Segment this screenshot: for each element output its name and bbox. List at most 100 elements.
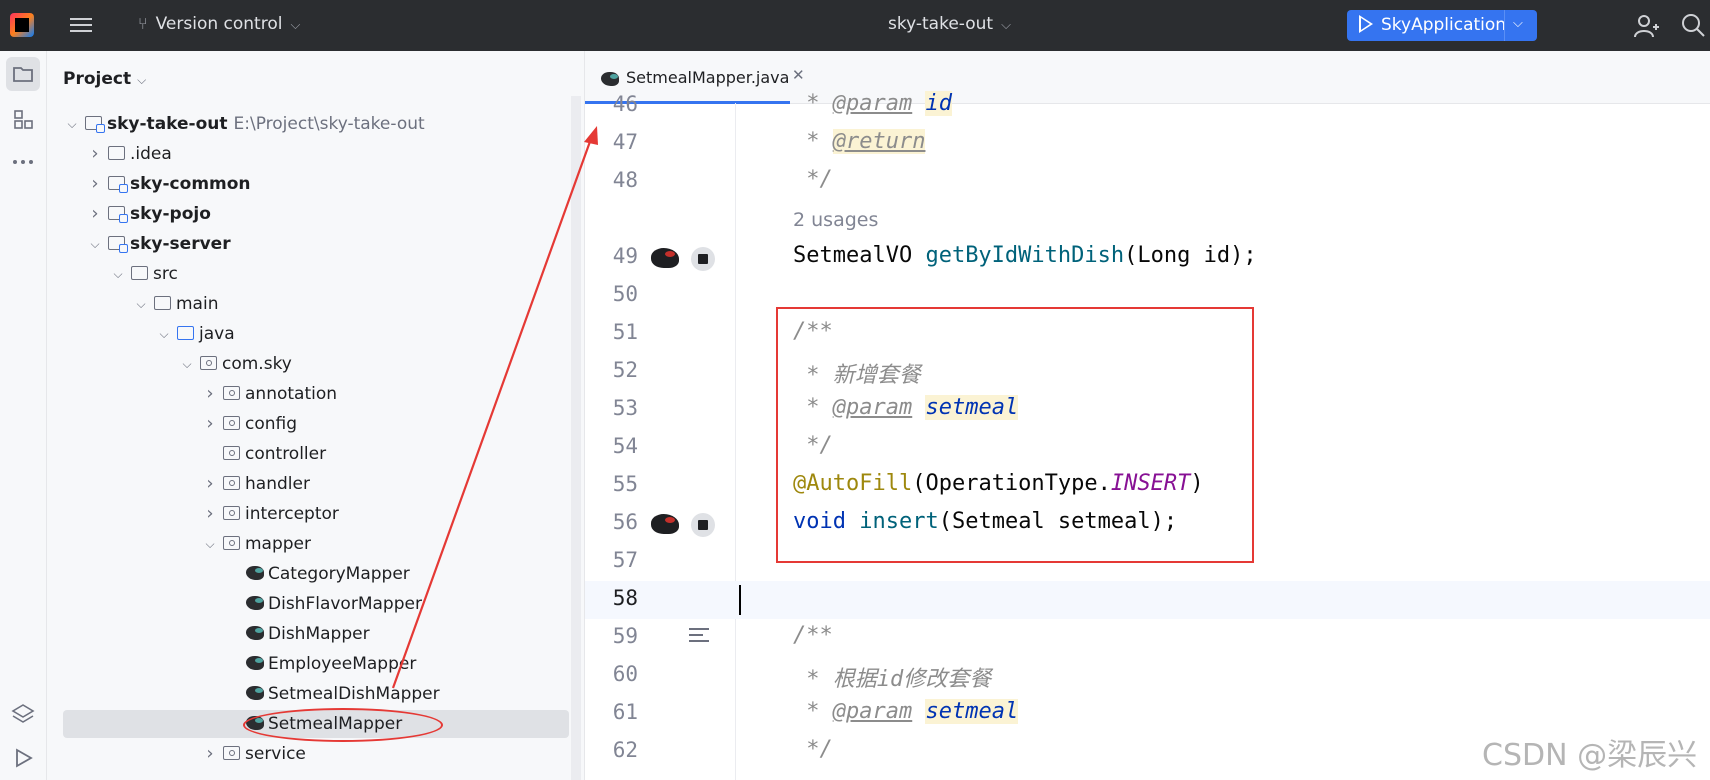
folder-icon bbox=[13, 67, 33, 82]
chevron-down-icon[interactable]: ⌵ bbox=[88, 230, 102, 258]
tree-node-label: .idea bbox=[130, 140, 172, 168]
chevron-right-icon[interactable]: › bbox=[88, 200, 102, 228]
mybatis-bird-icon[interactable] bbox=[651, 248, 679, 268]
tree-node[interactable]: › sky-pojo bbox=[47, 200, 569, 228]
title-bar: ⑂ Version control ⌵ sky-take-out ⌵ SkyAppli… bbox=[0, 0, 1710, 51]
close-icon[interactable]: ✕ bbox=[792, 66, 805, 84]
tree-node-label: config bbox=[245, 410, 297, 438]
tree-node[interactable]: › config bbox=[47, 410, 569, 438]
mybatis-navigate-icon[interactable] bbox=[649, 244, 715, 272]
tree-node[interactable]: ⌵ main bbox=[47, 290, 569, 318]
tree-node-name: .idea bbox=[130, 144, 172, 164]
code-line[interactable]: 60 * 根据id修改套餐 bbox=[585, 657, 1710, 695]
tree-node[interactable]: › annotation bbox=[47, 380, 569, 408]
tree-node[interactable]: › sky-common bbox=[47, 170, 569, 198]
folder-icon bbox=[154, 296, 171, 310]
run-config-button[interactable]: SkyApplication ⌵ bbox=[1347, 10, 1537, 41]
tree-node[interactable]: DishFlavorMapper bbox=[47, 590, 569, 618]
version-control-widget[interactable]: ⑂ Version control ⌵ bbox=[138, 14, 300, 34]
code-line[interactable]: 59 /** bbox=[585, 619, 1710, 657]
chevron-down-icon[interactable]: ⌵ bbox=[157, 320, 171, 348]
tree-node-path: E:\Project\sky-take-out bbox=[233, 114, 425, 134]
tree-node-label: handler bbox=[245, 470, 310, 498]
main-menu-icon[interactable] bbox=[70, 14, 92, 36]
tree-node-label: sky-take-out E:\Project\sky-take-out bbox=[107, 110, 425, 138]
line-number: 60 bbox=[612, 662, 638, 686]
mybatis-bird-icon[interactable] bbox=[651, 514, 679, 534]
tree-node[interactable]: › .idea bbox=[47, 140, 569, 168]
module-folder-icon bbox=[85, 116, 105, 133]
tree-node[interactable]: › service bbox=[47, 740, 569, 768]
version-control-label: Version control bbox=[155, 14, 283, 34]
code-line[interactable]: 61 * @param setmeal bbox=[585, 695, 1710, 733]
tree-node[interactable]: CategoryMapper bbox=[47, 560, 569, 588]
chevron-right-icon[interactable]: › bbox=[203, 410, 217, 438]
tree-node[interactable]: controller bbox=[47, 440, 569, 468]
tree-node-label: mapper bbox=[245, 530, 311, 558]
add-user-icon[interactable] bbox=[1633, 13, 1659, 39]
package-icon bbox=[223, 506, 240, 520]
services-tool-window-button[interactable] bbox=[6, 697, 40, 731]
folder-icon bbox=[131, 266, 148, 280]
code-line[interactable]: 48 */ bbox=[585, 163, 1710, 201]
tree-node[interactable]: › handler bbox=[47, 470, 569, 498]
mybatis-navigate-icon[interactable] bbox=[649, 510, 715, 538]
more-tool-windows-button[interactable] bbox=[6, 145, 40, 179]
tree-node[interactable]: SetmealDishMapper bbox=[47, 680, 569, 708]
package-icon bbox=[223, 746, 240, 760]
structure-icon bbox=[14, 110, 33, 129]
usages-hint[interactable]: 2 usages bbox=[585, 201, 1710, 239]
project-panel-header[interactable]: Project ⌵ bbox=[63, 69, 146, 89]
tree-node-label: annotation bbox=[245, 380, 337, 408]
code-line[interactable]: 46 * @param id bbox=[585, 87, 1710, 125]
tree-node[interactable]: EmployeeMapper bbox=[47, 650, 569, 678]
run-tool-window-button[interactable] bbox=[6, 741, 40, 775]
implementation-icon[interactable] bbox=[691, 513, 715, 537]
chevron-down-icon: ⌵ bbox=[137, 73, 147, 87]
structure-hint-icon[interactable] bbox=[689, 628, 709, 646]
tree-node-label: sky-pojo bbox=[130, 200, 211, 228]
chevron-right-icon[interactable]: › bbox=[203, 380, 217, 408]
code-text: * @param id bbox=[793, 91, 952, 116]
structure-tool-window-button[interactable] bbox=[6, 102, 40, 136]
project-panel-title: Project bbox=[63, 69, 132, 89]
current-code-line[interactable]: 58 bbox=[585, 581, 1710, 619]
source-folder-icon bbox=[177, 326, 194, 340]
tree-node[interactable]: ⌵ java bbox=[47, 320, 569, 348]
chevron-down-icon[interactable]: ⌵ bbox=[111, 260, 125, 288]
tree-node-name: java bbox=[199, 324, 235, 344]
tree-node[interactable]: ⌵ src bbox=[47, 260, 569, 288]
tree-node[interactable]: ⌵ sky-server bbox=[47, 230, 569, 258]
implementation-icon[interactable] bbox=[691, 247, 715, 271]
chevron-right-icon[interactable]: › bbox=[203, 740, 217, 768]
module-folder-icon bbox=[108, 236, 128, 253]
project-scrollbar[interactable] bbox=[571, 96, 581, 780]
run-config-separator bbox=[1504, 10, 1505, 41]
code-line[interactable]: 49 SetmealVO getByIdWithDish(Long id); bbox=[585, 239, 1710, 277]
tree-node[interactable]: ⌵ com.sky bbox=[47, 350, 569, 378]
code-line[interactable]: 47 * @return bbox=[585, 125, 1710, 163]
chevron-right-icon[interactable]: › bbox=[203, 500, 217, 528]
tree-node[interactable]: DishMapper bbox=[47, 620, 569, 648]
usages-inlay[interactable]: 2 usages bbox=[793, 209, 878, 231]
chevron-right-icon[interactable]: › bbox=[203, 470, 217, 498]
chevron-down-icon[interactable]: ⌵ bbox=[65, 110, 79, 138]
chevron-right-icon[interactable]: › bbox=[88, 140, 102, 168]
chevron-down-icon[interactable]: ⌵ bbox=[180, 350, 194, 378]
tree-node[interactable]: ⌵ sky-take-out E:\Project\sky-take-out bbox=[47, 110, 569, 138]
tree-node[interactable]: › interceptor bbox=[47, 500, 569, 528]
search-icon[interactable] bbox=[1680, 12, 1706, 38]
project-switcher[interactable]: sky-take-out ⌵ bbox=[888, 14, 1011, 34]
chevron-right-icon[interactable]: › bbox=[88, 170, 102, 198]
chevron-down-icon[interactable]: ⌵ bbox=[203, 530, 217, 558]
chevron-down-icon[interactable]: ⌵ bbox=[134, 290, 148, 318]
chevron-down-icon[interactable]: ⌵ bbox=[1513, 16, 1523, 31]
line-number: 54 bbox=[612, 434, 638, 458]
watermark: CSDN @梁辰兴 bbox=[1482, 738, 1698, 773]
line-number: 46 bbox=[612, 92, 638, 116]
intellij-logo-icon[interactable] bbox=[10, 13, 34, 37]
tree-node[interactable]: ⌵ mapper bbox=[47, 530, 569, 558]
tree-node-name: SetmealDishMapper bbox=[268, 684, 440, 704]
project-tool-window-button[interactable] bbox=[6, 57, 40, 91]
highlight-ellipse-annotation bbox=[243, 708, 443, 742]
